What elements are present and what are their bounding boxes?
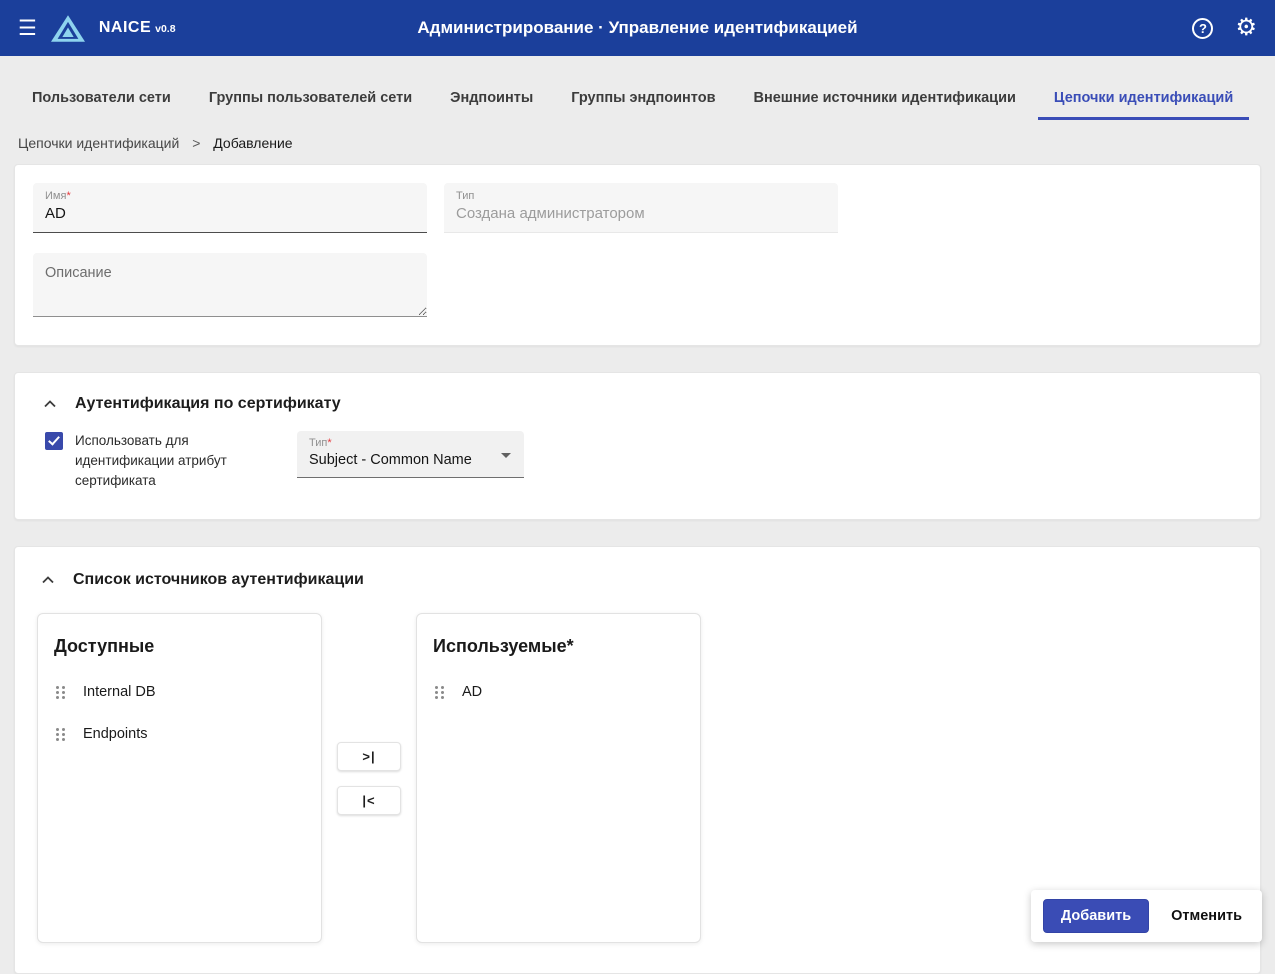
list-item-label: Endpoints: [83, 726, 148, 742]
breadcrumb-current: Добавление: [213, 135, 293, 151]
move-all-left-button[interactable]: |<: [337, 785, 401, 815]
tab-external-identity-sources[interactable]: Внешние источники идентификации: [737, 82, 1031, 120]
cancel-button[interactable]: Отменить: [1163, 900, 1250, 932]
name-field-value: AD: [45, 205, 66, 222]
cert-type-select-label: Тип*: [309, 437, 332, 449]
type-field: Тип Создана администратором: [444, 183, 838, 233]
cert-type-select-value: Subject - Common Name: [309, 452, 472, 468]
list-item[interactable]: AD: [433, 671, 684, 713]
cert-checkbox-label: Использовать для идентификации атрибут с…: [75, 433, 227, 488]
basic-info-card: Имя* AD Тип Создана администратором: [14, 164, 1261, 346]
available-list-title: Доступные: [54, 636, 155, 656]
drag-handle-icon[interactable]: [56, 727, 65, 741]
name-field[interactable]: Имя* AD: [33, 183, 427, 233]
help-icon[interactable]: ?: [1192, 17, 1214, 39]
breadcrumb: Цепочки идентификаций > Добавление: [0, 120, 1275, 164]
cert-checkbox-row: Использовать для идентификации атрибут с…: [45, 431, 257, 491]
chevron-down-icon: [501, 453, 511, 458]
tab-bar: Пользователи сети Группы пользователей с…: [0, 56, 1275, 120]
certificate-auth-title: Аутентификация по сертификату: [75, 395, 341, 412]
list-item-label: AD: [462, 684, 483, 700]
required-mark: *: [327, 437, 332, 449]
list-item[interactable]: Internal DB: [54, 671, 305, 713]
list-item[interactable]: Endpoints: [54, 713, 305, 755]
collapse-chevron-icon[interactable]: [39, 393, 61, 415]
app-name: NAICE v0.8: [98, 19, 176, 36]
move-all-right-button[interactable]: >|: [337, 741, 401, 771]
auth-sources-title: Список источников аутентификации: [73, 571, 364, 588]
type-field-label: Тип: [456, 190, 475, 202]
cert-type-select[interactable]: Тип* Subject - Common Name: [297, 431, 524, 478]
required-mark: *: [66, 190, 71, 202]
main-content: Имя* AD Тип Создана администратором Ауте…: [0, 164, 1275, 974]
type-field-placeholder: Создана администратором: [456, 205, 645, 222]
used-list: Используемые* AD: [416, 613, 701, 943]
cert-checkbox[interactable]: [45, 432, 63, 450]
add-button[interactable]: Добавить: [1042, 899, 1150, 933]
drag-handle-icon[interactable]: [56, 685, 65, 699]
top-bar: ☰ NAICE v0.8 Администрирование · Управлен…: [0, 0, 1275, 56]
list-move-controls: >| |<: [322, 613, 416, 943]
gear-icon[interactable]: ⚙: [1235, 16, 1257, 40]
app-version: v0.8: [155, 23, 176, 35]
available-list: Доступные Internal DB Endpoints: [37, 613, 322, 943]
list-item-label: Internal DB: [83, 684, 156, 700]
drag-handle-icon[interactable]: [435, 685, 444, 699]
certificate-auth-section: Аутентификация по сертификату Использова…: [14, 372, 1261, 520]
used-list-title: Используемые*: [433, 636, 574, 656]
tab-endpoints[interactable]: Эндпоинты: [434, 82, 549, 120]
page-title: Администрирование · Управление идентифик…: [417, 18, 858, 37]
menu-icon[interactable]: ☰: [18, 18, 37, 39]
name-field-label: Имя*: [45, 190, 71, 202]
tab-network-users[interactable]: Пользователи сети: [16, 82, 187, 120]
tab-network-user-groups[interactable]: Группы пользователей сети: [193, 82, 428, 120]
breadcrumb-parent[interactable]: Цепочки идентификаций: [18, 135, 179, 151]
tab-identity-chains[interactable]: Цепочки идентификаций: [1037, 82, 1250, 120]
description-field[interactable]: [33, 253, 427, 317]
tab-endpoint-groups[interactable]: Группы эндпоинтов: [555, 82, 731, 120]
form-actions: Добавить Отменить: [1030, 890, 1262, 942]
collapse-chevron-icon[interactable]: [37, 569, 59, 591]
app-logo: [50, 14, 85, 42]
breadcrumb-separator: >: [192, 135, 201, 151]
